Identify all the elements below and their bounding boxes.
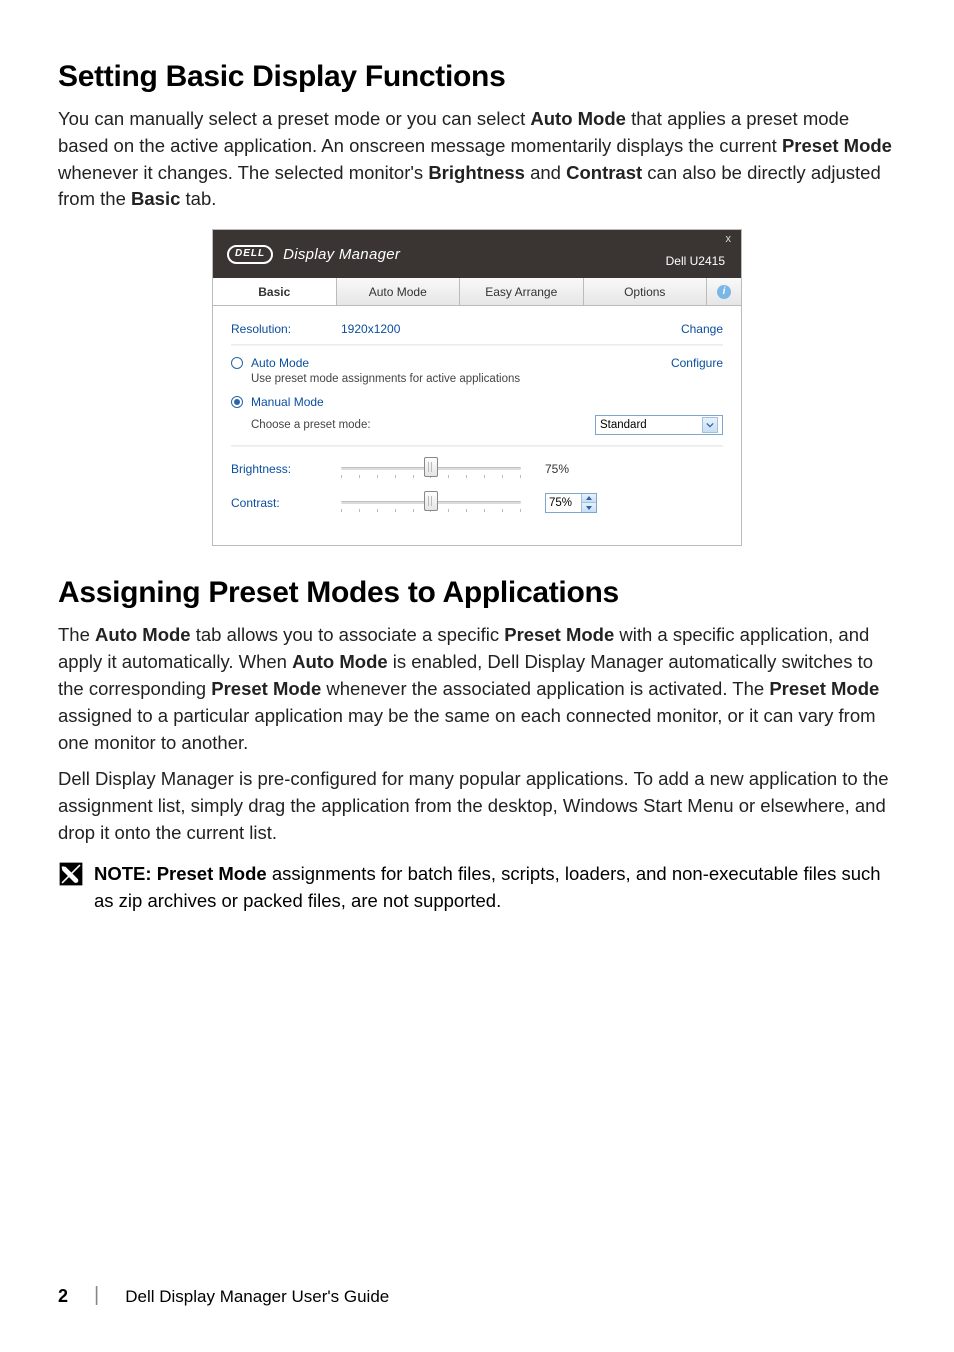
text: whenever the associated application is a… bbox=[321, 678, 769, 699]
tab-label: Basic bbox=[258, 285, 290, 299]
brightness-label: Brightness: bbox=[231, 462, 341, 476]
spinner-up-icon[interactable] bbox=[581, 494, 596, 503]
paragraph-assigning-1: The Auto Mode tab allows you to associat… bbox=[58, 622, 896, 756]
manual-mode-radio-row: Manual Mode bbox=[231, 395, 723, 409]
text: tab allows you to associate a specific bbox=[191, 624, 505, 645]
info-button[interactable]: i bbox=[707, 278, 741, 305]
page-footer: 2 | Dell Display Manager User's Guide bbox=[58, 1285, 389, 1308]
display-manager-dialog: DELL Display Manager Dell U2415 x Basic … bbox=[212, 229, 742, 546]
chevron-down-icon bbox=[702, 417, 718, 433]
brightness-slider[interactable] bbox=[341, 457, 521, 481]
text: tab. bbox=[180, 188, 216, 209]
text: You can manually select a preset mode or… bbox=[58, 108, 530, 129]
text-bold: Preset Mode bbox=[211, 678, 321, 699]
resolution-value: 1920x1200 bbox=[341, 322, 400, 336]
contrast-slider-thumb[interactable] bbox=[424, 491, 438, 511]
configure-link[interactable]: Configure bbox=[671, 356, 723, 370]
contrast-label: Contrast: bbox=[231, 496, 341, 510]
text: and bbox=[525, 162, 566, 183]
manual-mode-label: Manual Mode bbox=[251, 395, 324, 409]
text-bold: Contrast bbox=[566, 162, 642, 183]
tab-basic[interactable]: Basic bbox=[213, 278, 337, 305]
note-icon bbox=[58, 861, 84, 887]
manual-mode-radio[interactable] bbox=[231, 396, 243, 408]
text: The bbox=[58, 624, 95, 645]
text-bold: Auto Mode bbox=[530, 108, 626, 129]
text-bold: Preset Mode bbox=[504, 624, 614, 645]
paragraph-setting-basic: You can manually select a preset mode or… bbox=[58, 106, 896, 213]
dialog-titlebar: DELL Display Manager Dell U2415 x bbox=[213, 230, 741, 278]
text-bold: Preset Mode bbox=[782, 135, 892, 156]
tab-label: Easy Arrange bbox=[485, 285, 557, 299]
text: assigned to a particular application may… bbox=[58, 705, 876, 753]
resolution-label: Resolution: bbox=[231, 322, 341, 336]
text: whenever it changes. The selected monito… bbox=[58, 162, 428, 183]
heading-setting-basic: Setting Basic Display Functions bbox=[58, 60, 896, 94]
preset-mode-dropdown[interactable]: Standard bbox=[595, 415, 723, 435]
paragraph-assigning-2: Dell Display Manager is pre-configured f… bbox=[58, 766, 896, 846]
auto-mode-radio-row: Auto Mode Configure bbox=[231, 356, 723, 370]
text-bold: Basic bbox=[131, 188, 180, 209]
contrast-value: 75% bbox=[549, 497, 572, 509]
auto-mode-sublabel: Use preset mode assignments for active a… bbox=[251, 373, 723, 385]
info-icon: i bbox=[717, 285, 731, 299]
note-text: NOTE: Preset Mode assignments for batch … bbox=[94, 861, 896, 915]
text-bold: NOTE: Preset Mode bbox=[94, 863, 267, 884]
footer-divider: | bbox=[94, 1284, 99, 1307]
tab-label: Auto Mode bbox=[369, 285, 427, 299]
tab-easy-arrange[interactable]: Easy Arrange bbox=[460, 278, 584, 305]
auto-mode-radio[interactable] bbox=[231, 357, 243, 369]
separator bbox=[231, 344, 723, 346]
change-resolution-link[interactable]: Change bbox=[681, 322, 723, 336]
spinner-down-icon[interactable] bbox=[581, 503, 596, 512]
brightness-slider-thumb[interactable] bbox=[424, 457, 438, 477]
preset-mode-value: Standard bbox=[600, 419, 647, 431]
contrast-row: Contrast: 75% bbox=[231, 491, 723, 515]
choose-preset-label: Choose a preset mode: bbox=[251, 419, 371, 431]
dialog-tabs: Basic Auto Mode Easy Arrange Options i bbox=[213, 278, 741, 306]
tab-auto-mode[interactable]: Auto Mode bbox=[337, 278, 461, 305]
text-bold: Auto Mode bbox=[292, 651, 388, 672]
note-block: NOTE: Preset Mode assignments for batch … bbox=[58, 861, 896, 915]
preset-mode-row: Choose a preset mode: Standard bbox=[231, 415, 723, 435]
dialog-body: Resolution: 1920x1200 Change Auto Mode C… bbox=[213, 306, 741, 545]
brightness-value: 75% bbox=[545, 462, 589, 476]
contrast-slider[interactable] bbox=[341, 491, 521, 515]
tab-label: Options bbox=[624, 285, 665, 299]
tab-options[interactable]: Options bbox=[584, 278, 708, 305]
separator bbox=[231, 445, 723, 447]
close-icon[interactable]: x bbox=[726, 233, 732, 245]
contrast-spinner[interactable]: 75% bbox=[545, 493, 597, 513]
page-number: 2 bbox=[58, 1286, 68, 1307]
text-bold: Brightness bbox=[428, 162, 525, 183]
resolution-row: Resolution: 1920x1200 Change bbox=[231, 322, 723, 336]
heading-assigning-preset: Assigning Preset Modes to Applications bbox=[58, 576, 896, 610]
auto-mode-label: Auto Mode bbox=[251, 356, 309, 370]
brightness-row: Brightness: 75% bbox=[231, 457, 723, 481]
text-bold: Preset Mode bbox=[769, 678, 879, 699]
footer-doc-title: Dell Display Manager User's Guide bbox=[125, 1287, 389, 1307]
text-bold: Auto Mode bbox=[95, 624, 191, 645]
dialog-title: Display Manager bbox=[283, 246, 400, 263]
monitor-model-label: Dell U2415 bbox=[666, 254, 725, 268]
dell-logo: DELL bbox=[227, 245, 273, 264]
